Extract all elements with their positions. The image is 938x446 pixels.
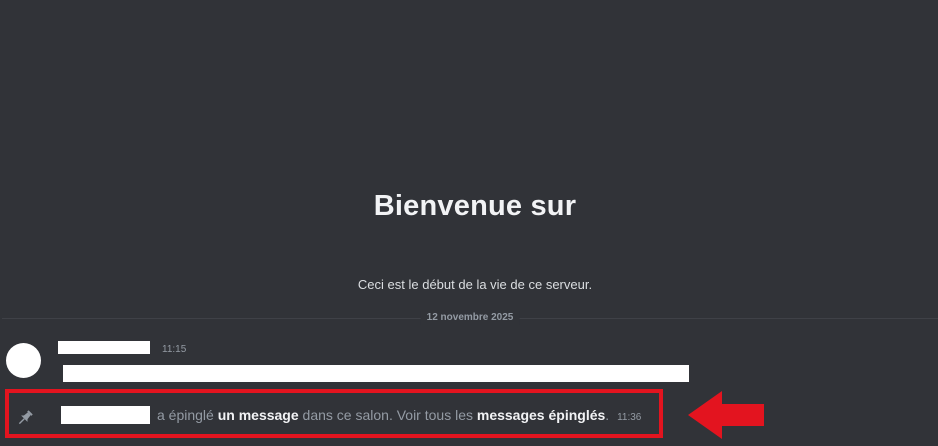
welcome-subtitle: Ceci est le début de la vie de ce serveu… bbox=[357, 277, 593, 292]
pin-system-message: a épinglé un message dans ce salon. Voir… bbox=[157, 406, 641, 427]
pinned-text: a épinglé bbox=[157, 407, 214, 423]
redacted-pinner-name[interactable] bbox=[61, 406, 150, 424]
redacted-message-content bbox=[63, 365, 689, 382]
left-arrow-icon bbox=[688, 391, 764, 439]
date-divider-label: 12 novembre 2025 bbox=[420, 311, 520, 325]
pin-timestamp[interactable]: 11:36 bbox=[617, 412, 641, 423]
message-timestamp[interactable]: 11:15 bbox=[162, 344, 186, 355]
redacted-username[interactable] bbox=[58, 341, 150, 354]
avatar[interactable] bbox=[6, 343, 41, 378]
welcome-title: Bienvenue sur bbox=[373, 190, 577, 222]
pinned-message-link[interactable]: un message bbox=[218, 407, 299, 423]
date-divider: 12 novembre 2025 bbox=[2, 311, 938, 325]
pinned-messages-link[interactable]: messages épinglés bbox=[477, 407, 605, 423]
period-text: . bbox=[605, 407, 610, 423]
pin-icon bbox=[18, 410, 33, 425]
channel-text: dans ce salon. Voir tous les bbox=[302, 407, 473, 423]
